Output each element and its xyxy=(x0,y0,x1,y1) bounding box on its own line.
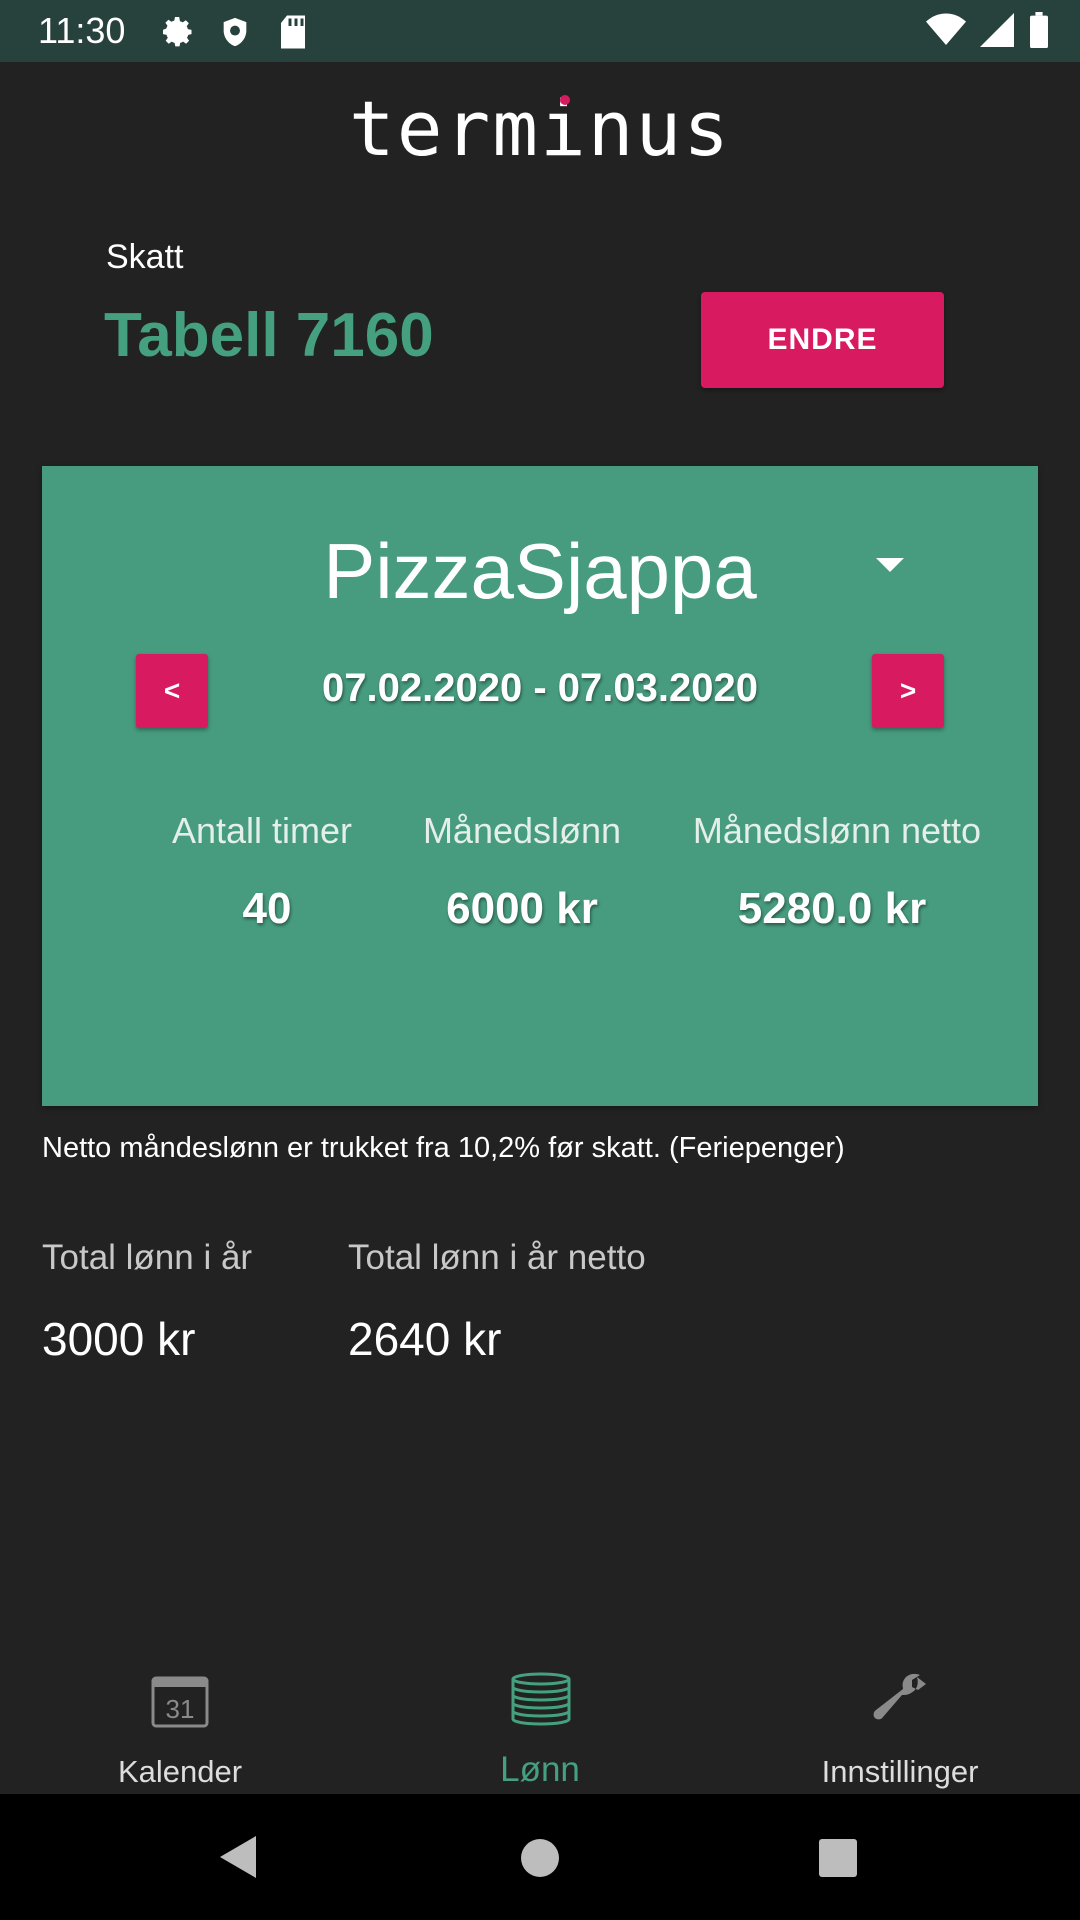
total-year-value: 3000 kr xyxy=(42,1313,196,1365)
nav-label-settings: Innstillinger xyxy=(821,1754,979,1789)
tax-table-value: Tabell 7160 xyxy=(104,301,434,370)
dropdown-arrow-icon[interactable] xyxy=(876,558,904,572)
nav-item-salary[interactable]: Lønn xyxy=(360,1644,720,1794)
signal-icon xyxy=(980,12,1014,53)
bottom-navigation: 31 Kalender Lønn Innstillinger xyxy=(0,1644,1080,1794)
nav-item-calendar[interactable]: 31 Kalender xyxy=(0,1644,360,1794)
monthly-net-value: 5280.0 kr xyxy=(737,884,927,933)
monthly-salary-label: Månedslønn xyxy=(422,810,622,851)
app-logo: terminus xyxy=(348,84,732,173)
sd-card-icon xyxy=(278,14,308,55)
monthly-net-label: Månedslønn netto xyxy=(692,810,982,851)
nav-label-calendar: Kalender xyxy=(117,1754,243,1789)
salary-card: PizzaSjappa < 07.02.2020 - 07.03.2020 > … xyxy=(42,466,1038,1106)
battery-icon xyxy=(1028,12,1050,53)
recents-icon[interactable] xyxy=(818,1838,858,1883)
coins-icon xyxy=(511,1672,571,1726)
monthly-salary-value: 6000 kr xyxy=(446,884,598,933)
back-icon[interactable] xyxy=(216,1834,260,1885)
total-year-label: Total lønn i år xyxy=(42,1238,253,1277)
logo-accent-dot xyxy=(560,95,570,105)
status-time: 11:30 xyxy=(38,10,126,51)
svg-text:31: 31 xyxy=(166,1694,195,1724)
total-year-net-label: Total lønn i år netto xyxy=(348,1238,646,1277)
home-icon[interactable] xyxy=(520,1838,560,1883)
wrench-icon xyxy=(873,1673,926,1720)
gear-icon xyxy=(160,14,196,55)
wifi-icon xyxy=(926,12,966,53)
status-bar: 11:30 xyxy=(0,0,1080,62)
nav-item-settings[interactable]: Innstillinger xyxy=(720,1644,1080,1794)
net-salary-note: Netto måndeslønn er trukket fra 10,2% fø… xyxy=(42,1132,845,1164)
nav-label-salary: Lønn xyxy=(500,1750,580,1789)
shield-icon xyxy=(218,14,252,55)
next-period-button[interactable]: > xyxy=(872,654,944,728)
status-right-icons xyxy=(926,12,1050,53)
total-year-net-value: 2640 kr xyxy=(348,1313,502,1365)
tax-label: Skatt xyxy=(106,238,184,276)
calendar-icon: 31 xyxy=(151,1676,209,1728)
change-tax-button[interactable]: ENDRE xyxy=(701,292,944,388)
system-navigation-bar xyxy=(0,1794,1080,1920)
